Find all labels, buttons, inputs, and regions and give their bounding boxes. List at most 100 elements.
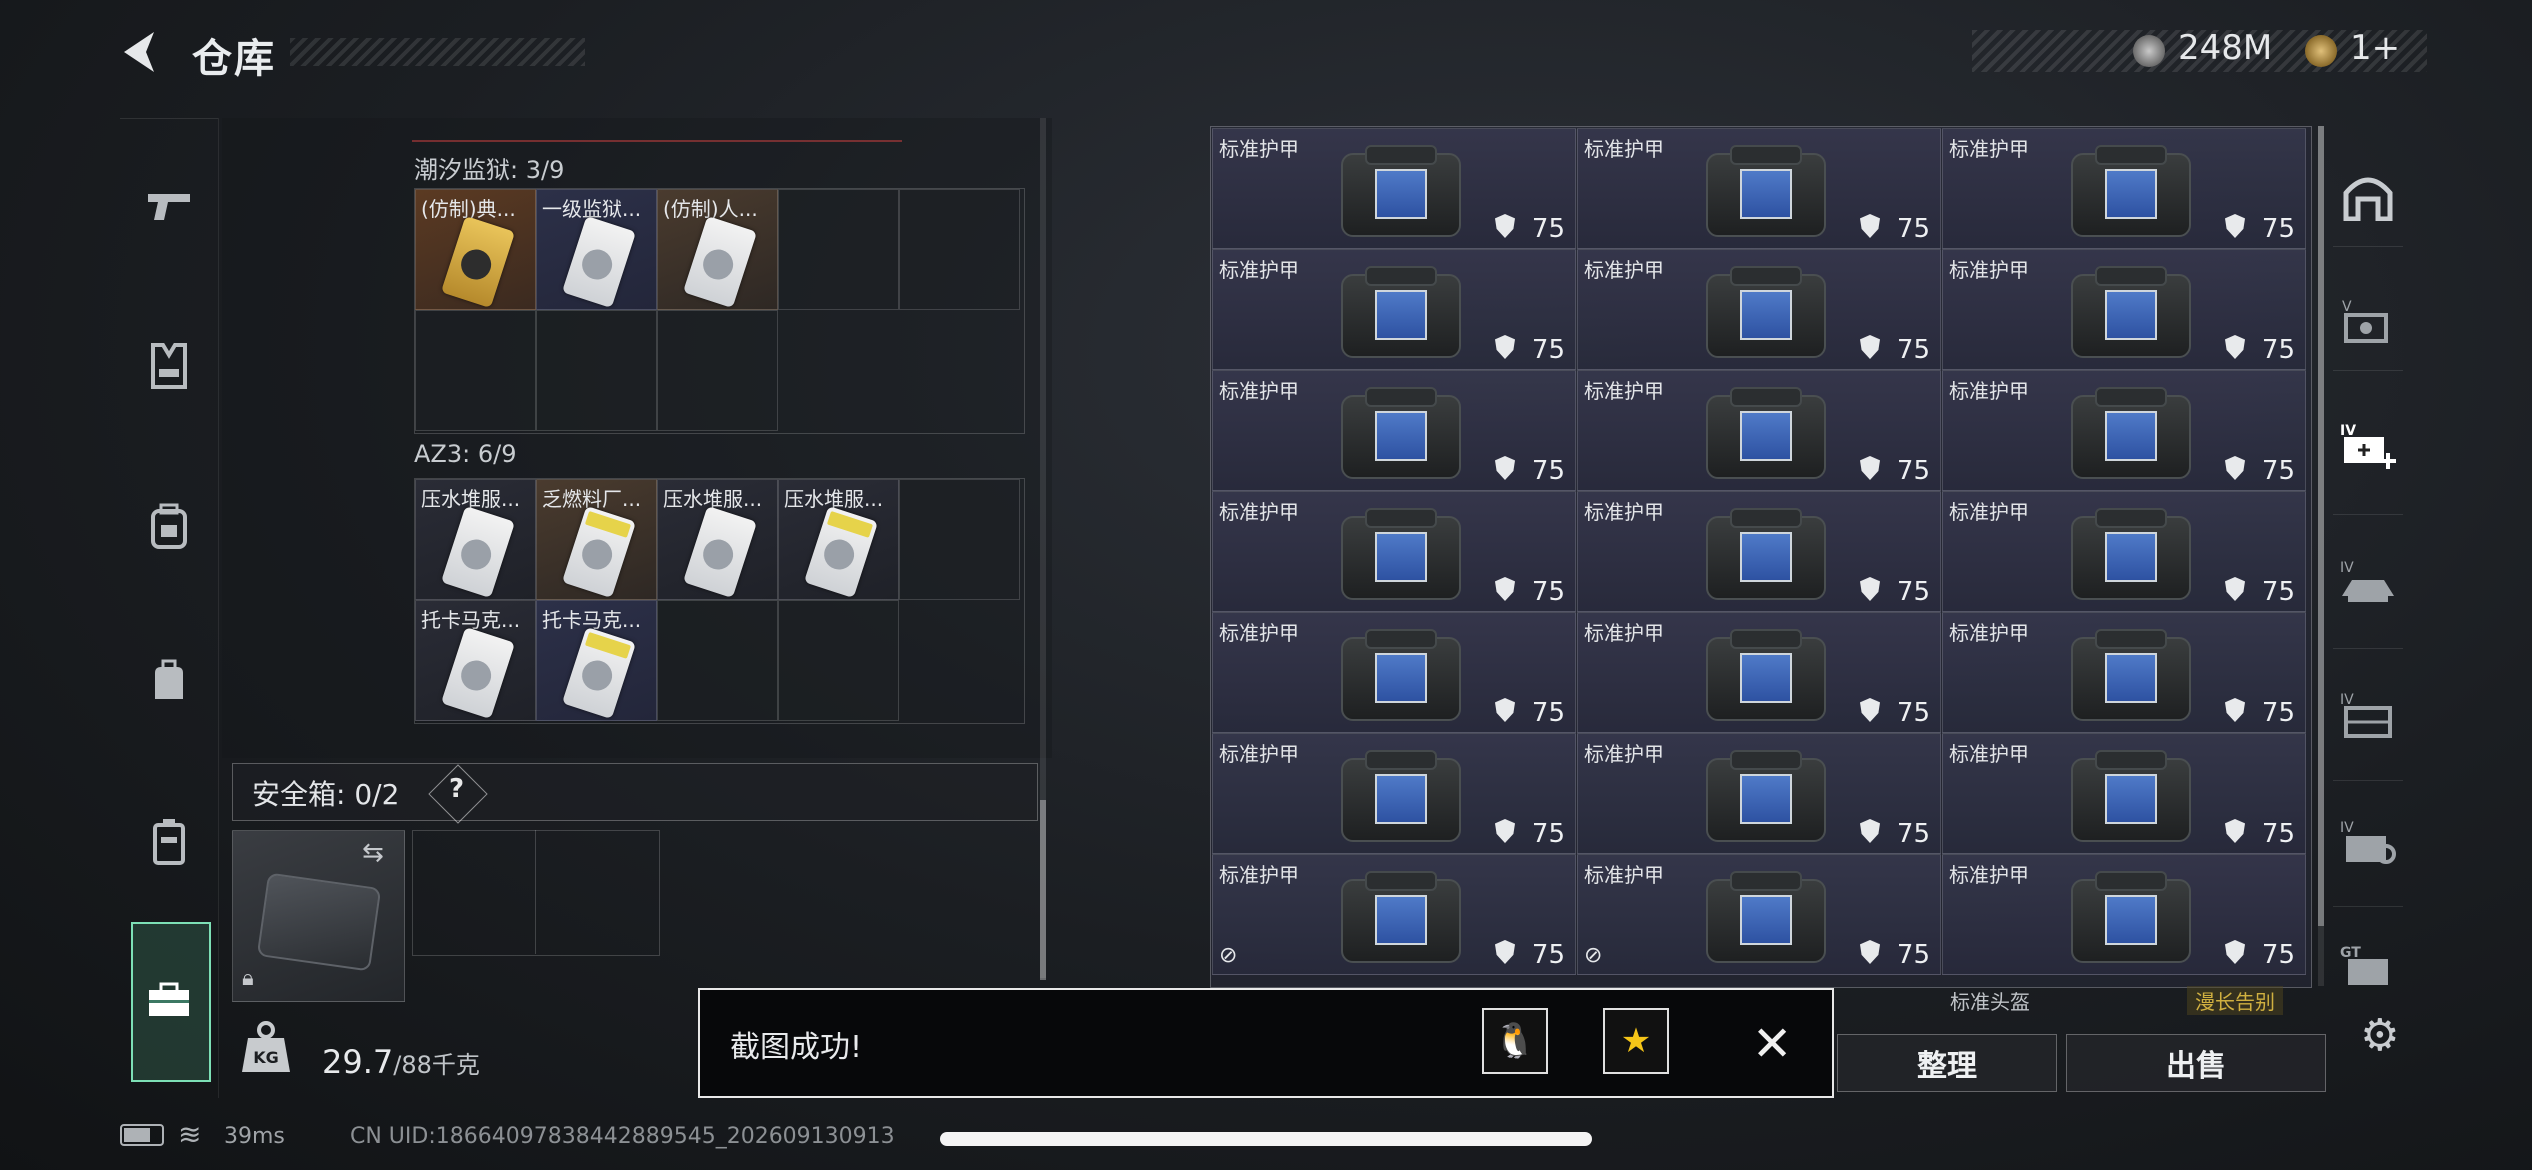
empty-slot[interactable]	[899, 479, 1020, 600]
armor-vest-icon	[2061, 627, 2197, 723]
keycard-icon	[440, 215, 516, 309]
item-name: 标准护甲	[1584, 258, 1664, 282]
left-scrollbar-thumb[interactable]	[1040, 800, 1046, 980]
stash-scrollbar-thumb[interactable]	[2318, 126, 2324, 926]
iv-shelf-icon[interactable]: IV	[2336, 684, 2400, 744]
vest-icon[interactable]	[139, 336, 199, 396]
empty-slot[interactable]	[657, 600, 778, 721]
arch-icon[interactable]	[2336, 166, 2400, 226]
container-icon[interactable]	[139, 812, 199, 872]
grid-item[interactable]: 压水堆服...	[415, 479, 536, 600]
settings-gear-icon[interactable]: ⚙	[2360, 1010, 2399, 1061]
grid-item[interactable]: 托卡马克...	[415, 600, 536, 721]
iv-vehicle-icon[interactable]: IV	[2336, 552, 2400, 612]
item-label: (仿制)典...	[421, 197, 516, 221]
header-decoration	[290, 38, 585, 66]
stash-item-armor[interactable]: 标准护甲 75	[1577, 128, 1941, 249]
shield-icon	[2225, 577, 2245, 601]
shield-icon	[1495, 698, 1515, 722]
stash-item-armor[interactable]: 标准护甲 75	[1577, 249, 1941, 370]
sidebar-divider	[2333, 370, 2403, 371]
item-label: 压水堆服...	[784, 487, 884, 511]
stash-item-armor[interactable]: 标准护甲 75	[1942, 491, 2306, 612]
slot-divider	[535, 830, 536, 954]
token-balance[interactable]: 1+	[2350, 28, 2400, 68]
empty-slot[interactable]	[657, 310, 778, 431]
weight-value: 29.7/88千克	[322, 1043, 480, 1081]
grid-item[interactable]: 压水堆服...	[778, 479, 899, 600]
shield-icon	[2225, 940, 2245, 964]
stash-item-armor[interactable]: 标准护甲 75	[1212, 733, 1576, 854]
item-name: 标准护甲	[1219, 863, 1299, 887]
stash-item-armor[interactable]: 标准护甲 75	[1942, 612, 2306, 733]
gt-box-icon[interactable]: GT	[2336, 934, 2400, 994]
durability-value: 75	[1531, 819, 1565, 849]
stash-item-armor[interactable]: 标准护甲 75	[1942, 854, 2306, 975]
item-name: 标准护甲	[1584, 742, 1664, 766]
armor-vest-icon	[1696, 385, 1832, 481]
swap-icon[interactable]: ⇆	[362, 838, 384, 868]
sidebar-divider	[2333, 648, 2403, 649]
svg-text:IV: IV	[2340, 820, 2354, 836]
qzone-share-button[interactable]: ★	[1603, 1008, 1669, 1074]
empty-slot[interactable]	[899, 189, 1020, 310]
stash-item-armor[interactable]: 标准护甲 75	[1212, 370, 1576, 491]
organize-button[interactable]: 整理	[1837, 1034, 2057, 1092]
close-icon[interactable]: ✕	[1752, 1016, 1792, 1072]
item-label: 压水堆服...	[663, 487, 763, 511]
v-tool-icon[interactable]: V	[2336, 290, 2400, 350]
stash-item-armor[interactable]: 标准护甲 75	[1212, 128, 1576, 249]
item-name: 标准护甲	[1219, 500, 1299, 524]
sidebar-divider	[2333, 246, 2403, 247]
stash-item-armor[interactable]: 标准护甲 75 ⊘	[1212, 854, 1576, 975]
backpack-icon[interactable]	[139, 496, 199, 556]
grid-item[interactable]: (仿制)典...	[415, 189, 536, 310]
weight-current: 29.7	[322, 1043, 394, 1081]
durability-value: 75	[2261, 335, 2295, 365]
stash-item-armor[interactable]: 标准护甲 75	[1212, 491, 1576, 612]
qq-share-button[interactable]: 🐧	[1482, 1008, 1548, 1074]
grid-item[interactable]: 托卡马克...	[536, 600, 657, 721]
back-arrow-icon[interactable]	[118, 28, 162, 76]
armor-vest-icon	[1696, 506, 1832, 602]
bag-icon[interactable]	[139, 652, 199, 712]
grid-item[interactable]: 乏燃料厂...	[536, 479, 657, 600]
stash-item-armor[interactable]: 标准护甲 75	[1577, 370, 1941, 491]
lock-icon: 🔒︎	[242, 966, 254, 991]
grid-item[interactable]: (仿制)人...	[657, 189, 778, 310]
armor-vest-icon	[1696, 869, 1832, 965]
sell-button[interactable]: 出售	[2066, 1034, 2326, 1092]
toolbox-icon[interactable]	[139, 970, 199, 1030]
grid-item[interactable]: 一级监狱...	[536, 189, 657, 310]
stash-item-armor[interactable]: 标准护甲 75	[1942, 733, 2306, 854]
stash-item-armor[interactable]: 标准护甲 75 ⊘	[1577, 854, 1941, 975]
az3-grid: 压水堆服... 乏燃料厂... 压水堆服... 压水堆服... 托卡马克... …	[414, 478, 1025, 724]
home-indicator[interactable]	[940, 1132, 1592, 1146]
stash-item-armor[interactable]: 标准护甲 75	[1577, 612, 1941, 733]
stash-item-armor[interactable]: 标准护甲 75	[1577, 733, 1941, 854]
stash-item-armor[interactable]: 标准护甲 75	[1942, 249, 2306, 370]
pistol-icon[interactable]	[139, 176, 199, 236]
empty-slot[interactable]	[778, 189, 899, 310]
item-name: 标准护甲	[1584, 621, 1664, 645]
durability-value: 75	[1896, 698, 1930, 728]
grid-item[interactable]: 压水堆服...	[657, 479, 778, 600]
item-name: 标准护甲	[1219, 621, 1299, 645]
empty-slot[interactable]	[536, 310, 657, 431]
empty-slot[interactable]	[415, 310, 536, 431]
stash-item-armor[interactable]: 标准护甲 75	[1212, 249, 1576, 370]
stash-item-armor[interactable]: 标准护甲 75	[1942, 370, 2306, 491]
iv-plus-icon[interactable]: IV	[2336, 416, 2400, 476]
stash-item-armor[interactable]: 标准护甲 75	[1212, 612, 1576, 733]
keycard-icon	[440, 505, 516, 599]
empty-slot[interactable]	[778, 600, 899, 721]
safebox-empty-slot[interactable]	[412, 830, 660, 956]
section-label-prison: 潮汐监狱: 3/9	[414, 156, 565, 184]
stash-item-armor[interactable]: 标准护甲 75	[1942, 128, 2306, 249]
weight-icon-text: KG	[253, 1048, 279, 1067]
iv-gear-icon[interactable]: IV	[2336, 812, 2400, 872]
svg-text:V: V	[2342, 299, 2352, 315]
armor-vest-icon	[2061, 385, 2197, 481]
armor-vest-icon	[1331, 869, 1467, 965]
stash-item-armor[interactable]: 标准护甲 75	[1577, 491, 1941, 612]
